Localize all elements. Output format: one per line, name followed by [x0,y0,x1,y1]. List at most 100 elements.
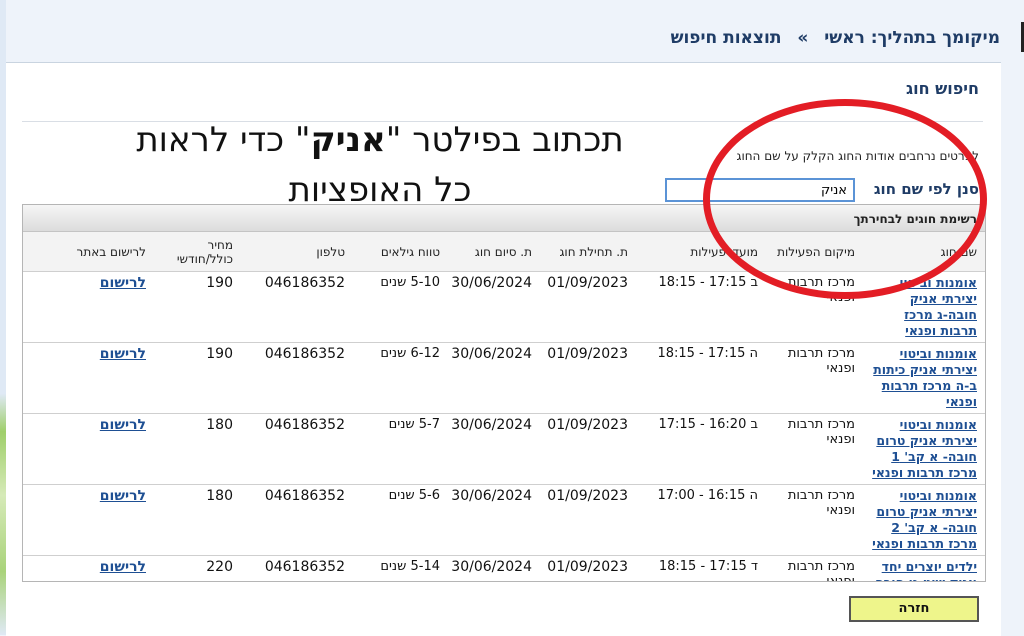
cell-end: 30/06/2024 [448,413,540,485]
cell-phone: 046186352 [241,484,353,556]
cell-end: 30/06/2024 [448,271,540,343]
cell-location: מרכז תרבות ופנאי [766,413,863,485]
cell-value: מרכז תרבות ופנאי [787,559,855,582]
column-header: ת. תחילת חוג [540,232,636,272]
class-name-link[interactable]: אומנות וביטוי יצירתי אניק טרום חובה- א ק… [872,488,977,551]
cell-value: 6-12 שנים [380,346,440,361]
cell-price: 190 [154,342,241,414]
back-button[interactable]: חזרה [849,596,979,622]
cell-value: 046186352 [264,559,345,575]
cell-end: 30/06/2024 [448,555,540,581]
register-link[interactable]: לרישום [100,275,146,291]
table-header-row: שם חוג מיקום הפעילות מועדי פעילות ת. תחילת … [23,232,985,272]
cell-name: אומנות וביטוי יצירתי אניק כיתות ב-ה מרכז… [863,342,985,414]
cell-schedule: ב 16:20 - 17:15 [636,413,766,485]
cell-value: 5-10 שנים [380,275,440,290]
cell-value: 01/09/2023 [547,488,628,504]
cell-price: 180 [154,413,241,485]
class-name-link[interactable]: אומנות וביטוי יצירתי אניק כיתות ב-ה מרכז… [873,346,977,409]
cell-value: 30/06/2024 [451,417,532,433]
cell-value: מרכז תרבות ופנאי [787,417,855,447]
cell-price: 180 [154,484,241,556]
cell-value: מרכז תרבות ופנאי [787,346,855,376]
column-header: מיקום הפעילות [766,232,863,272]
cell-location: מרכז תרבות ופנאי [766,342,863,414]
table-row: אומנות וביטוי יצירתי אניק טרום חובה- א ק… [23,484,985,556]
register-link[interactable]: לרישום [100,417,146,433]
cell-value: ב 16:20 - 17:15 [658,417,758,432]
cell-value: 190 [206,275,233,291]
breadcrumb-separator: » [797,28,809,48]
cell-schedule: ה 17:15 - 18:15 [636,342,766,414]
cell-name: אומנות וביטוי יצירתי אניק טרום חובה- א ק… [863,484,985,556]
column-header: מחיר כולל/חודשי [154,232,241,272]
cell-phone: 046186352 [241,413,353,485]
breadcrumb-current[interactable]: מיקומך בתהליך: ראשי [824,28,1000,48]
cell-phone: 046186352 [241,555,353,581]
table-row: אומנות וביטוי יצירתי אניק כיתות ב-ה מרכז… [23,342,985,414]
overlay-text-before: תכתוב בפילטר " [385,120,624,160]
column-header: טווח גילאים [353,232,448,272]
cell-name: אומנות וביטוי יצירתי אניק טרום חובה- א ק… [863,413,985,485]
table-row: ילדים יוצרים יחד אניק שוט גן חובה מרכז ת… [23,555,985,582]
table-row: אומנות וביטוי יצירתי אניק טרום חובה- א ק… [23,413,985,485]
class-name-link[interactable]: אומנות וביטוי יצירתי אניק חובה-ג מרכז תר… [900,275,977,338]
cell-value: 5-7 שנים [388,417,440,432]
cell-name: ילדים יוצרים יחד אניק שוט גן חובה מרכז ת… [863,555,985,581]
cell-value: 180 [206,417,233,433]
cell-schedule: ב 17:15 - 18:15 [636,271,766,343]
cell-value: 190 [206,346,233,362]
cell-value: ד 17:15 - 18:15 [658,559,758,574]
class-list: רשימת חוגים לבחירתך שם חוג מיקום הפעילות מ… [22,204,986,582]
classes-table: שם חוג מיקום הפעילות מועדי פעילות ת. תחילת … [23,232,985,582]
instruction-overlay: תכתוב בפילטר "אניק" כדי לראות כל האופציו… [114,115,646,215]
cell-price: 220 [154,555,241,581]
cell-value: ב 17:15 - 18:15 [658,275,758,290]
table-row: אומנות וביטוי יצירתי אניק חובה-ג מרכז תר… [23,271,985,343]
cell-register: לרישום [23,413,154,485]
cell-value: 30/06/2024 [451,346,532,362]
filter-label: סנן לפי שם חוג [873,180,979,198]
cell-value: 5-6 שנים [388,488,440,503]
cell-register: לרישום [23,484,154,556]
cell-value: 01/09/2023 [547,346,628,362]
cell-start: 01/09/2023 [540,271,636,343]
cell-start: 01/09/2023 [540,555,636,581]
main-panel: חיפוש חוג לפרטים נרחבים אודות החוג הקלק … [6,62,1001,636]
cell-value: 30/06/2024 [451,275,532,291]
cell-price: 190 [154,271,241,343]
class-name-link[interactable]: אומנות וביטוי יצירתי אניק טרום חובה- א ק… [872,417,977,480]
cell-value: 046186352 [264,417,345,433]
filter-input[interactable] [665,178,855,202]
cell-name: אומנות וביטוי יצירתי אניק חובה-ג מרכז תר… [863,271,985,343]
breadcrumb: מיקומך בתהליך: ראשי » תוצאות חיפוש [671,28,1000,48]
cell-phone: 046186352 [241,342,353,414]
cell-value: 01/09/2023 [547,559,628,575]
cell-ages: 6-12 שנים [353,342,448,414]
column-header: לרישום באתר [23,232,154,272]
cell-ages: 5-6 שנים [353,484,448,556]
class-name-link[interactable]: ילדים יוצרים יחד אניק שוט גן חובה מרכז ת… [872,559,977,581]
cell-value: 046186352 [264,346,345,362]
cell-register: לרישום [23,342,154,414]
register-link[interactable]: לרישום [100,559,146,575]
cell-location: מרכז תרבות ופנאי [766,484,863,556]
cell-value: ה 16:15 - 17:00 [657,488,758,503]
info-text: לפרטים נרחבים אודות החוג הקלק על שם החוג [736,149,980,163]
cell-value: 30/06/2024 [451,488,532,504]
register-link[interactable]: לרישום [100,488,146,504]
overlay-text-bold: אניק [310,120,386,160]
cell-value: 5-14 שנים [380,559,440,574]
cell-register: לרישום [23,555,154,581]
cell-schedule: ה 16:15 - 17:00 [636,484,766,556]
column-header: ת. סיום חוג [448,232,540,272]
cell-phone: 046186352 [241,271,353,343]
cell-value: 180 [206,488,233,504]
page-title: תוצאות חיפוש [670,28,782,48]
cell-start: 01/09/2023 [540,413,636,485]
cell-value: מרכז תרבות ופנאי [787,275,855,305]
cell-value: 30/06/2024 [451,559,532,575]
register-link[interactable]: לרישום [100,346,146,362]
section-title: חיפוש חוג [905,79,979,98]
cell-value: 220 [206,559,233,575]
